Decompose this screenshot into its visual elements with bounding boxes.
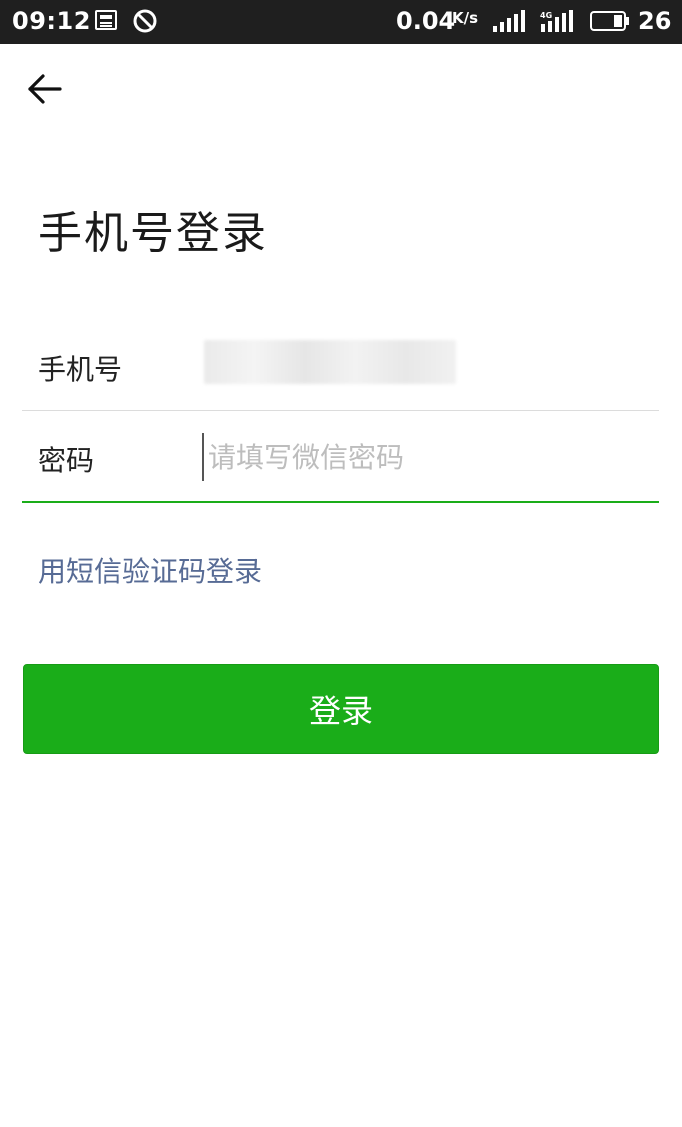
phone-label: 手机号	[38, 353, 123, 386]
back-button[interactable]	[22, 66, 68, 112]
4g-signal-icon: 4G	[540, 10, 573, 32]
battery-icon	[590, 11, 629, 31]
password-row: 密码	[22, 411, 659, 503]
signal-icon	[493, 10, 525, 32]
do-not-disturb-icon	[133, 9, 157, 33]
login-button[interactable]: 登录	[23, 664, 659, 754]
network-type-label: 4G	[540, 11, 552, 20]
page-title: 手机号登录	[38, 208, 268, 259]
net-speed-unit: K/s	[452, 9, 479, 27]
status-time: 09:12	[12, 7, 91, 35]
sms-login-link[interactable]: 用短信验证码登录	[38, 550, 262, 590]
status-bar: 09:12 0.04 K/s 4G 26	[0, 0, 682, 44]
phone-field[interactable]	[204, 340, 456, 384]
net-speed: 0.04	[396, 7, 456, 35]
password-input[interactable]	[202, 433, 648, 481]
password-label: 密码	[38, 444, 95, 477]
arrow-left-icon	[28, 74, 62, 104]
phone-row: 手机号	[22, 320, 659, 411]
news-icon	[95, 10, 117, 30]
battery-level: 26	[638, 7, 672, 35]
